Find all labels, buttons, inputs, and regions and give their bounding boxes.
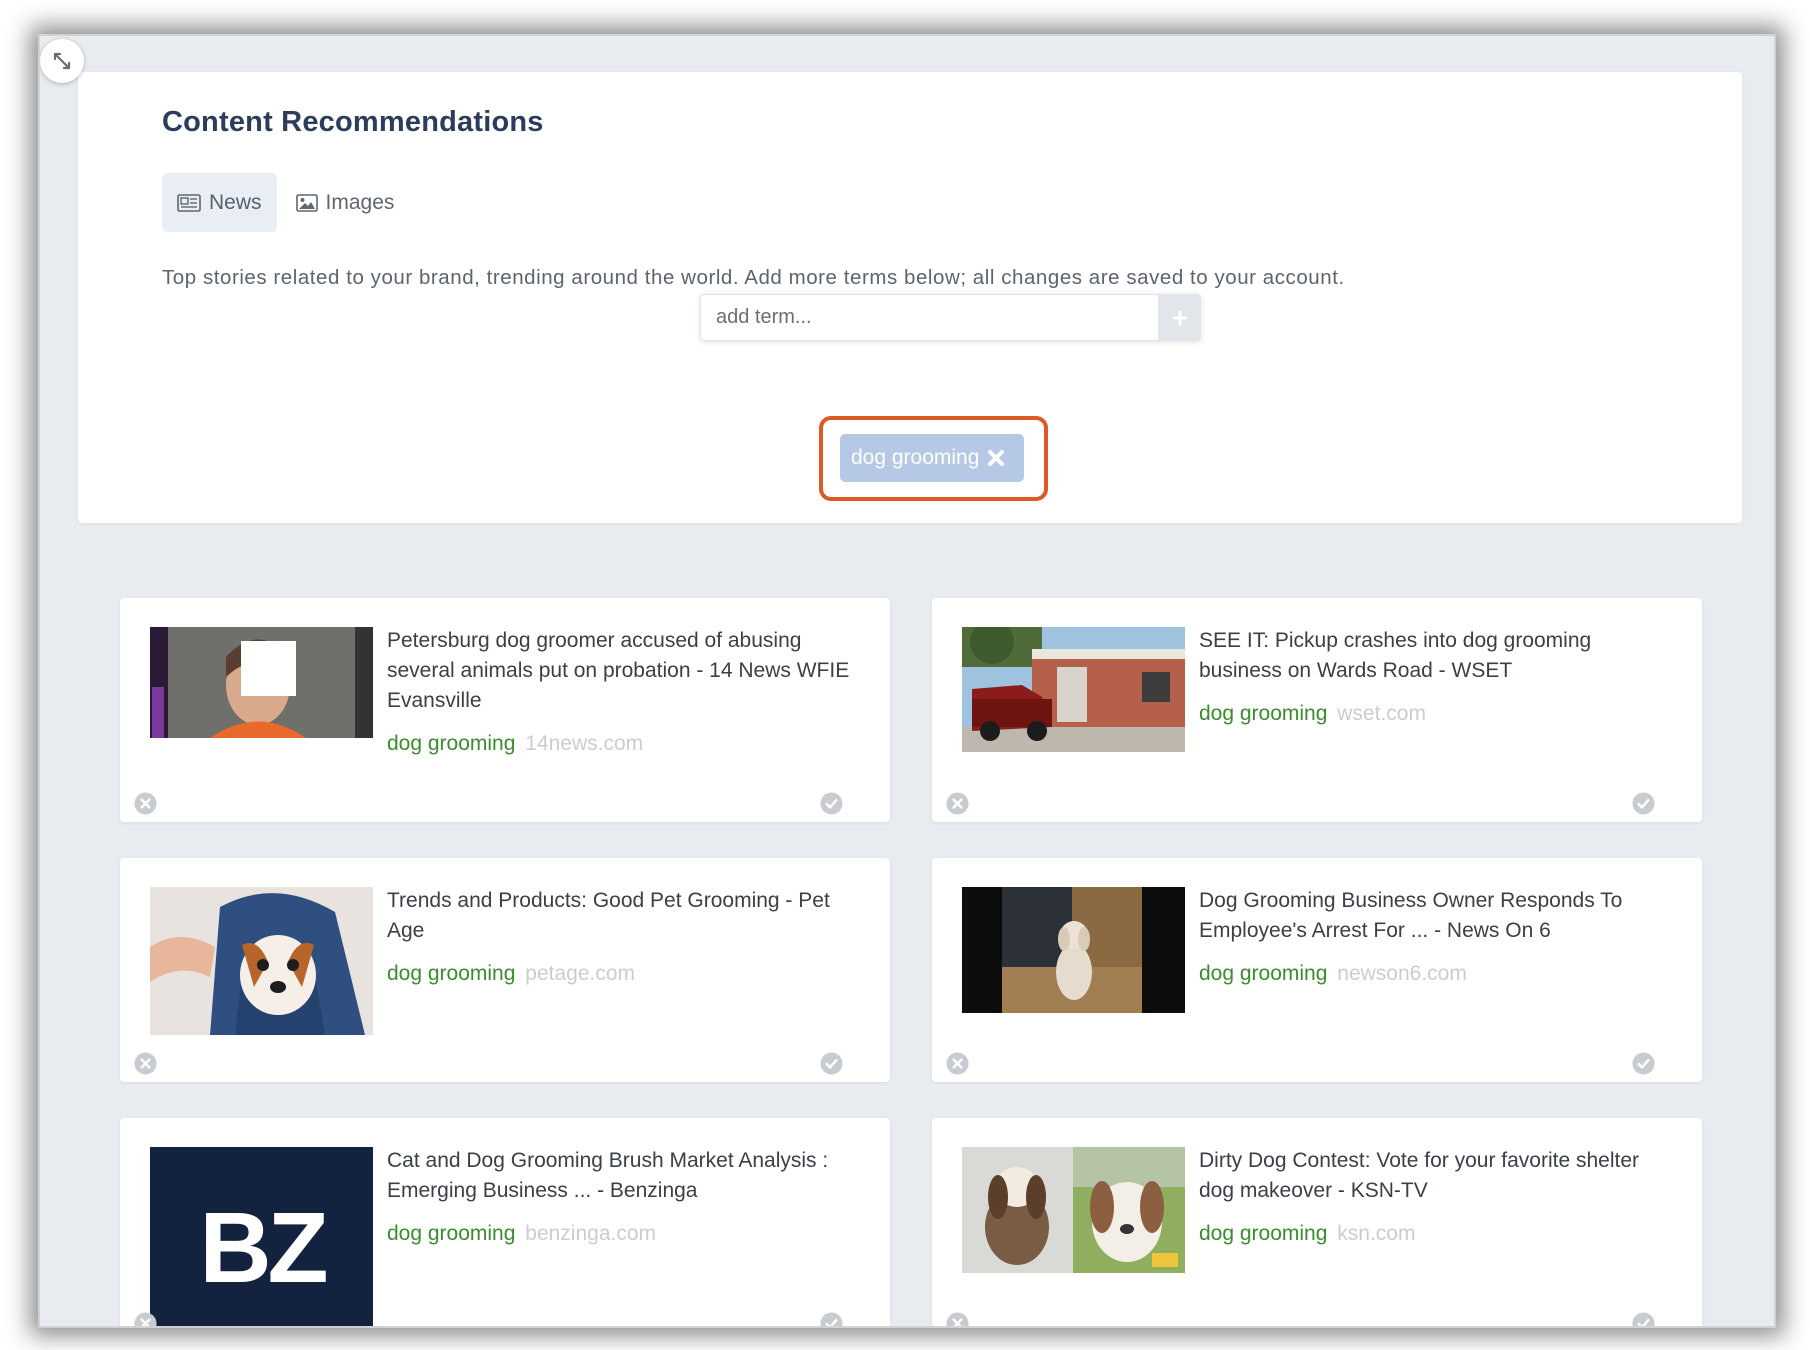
- add-term-group: [700, 294, 1201, 341]
- news-thumbnail[interactable]: [150, 627, 373, 738]
- dismiss-icon[interactable]: [134, 792, 157, 815]
- news-card[interactable]: SEE IT: Pickup crashes into dog grooming…: [932, 598, 1702, 822]
- dismiss-icon[interactable]: [946, 1312, 969, 1326]
- plus-icon: [1172, 310, 1187, 325]
- news-card-title[interactable]: Dog Grooming Business Owner Responds To …: [1199, 886, 1667, 946]
- news-card-title[interactable]: Trends and Products: Good Pet Grooming -…: [387, 886, 855, 946]
- news-card-meta: dog grooming ksn.com: [1199, 1222, 1415, 1246]
- news-card[interactable]: Trends and Products: Good Pet Grooming -…: [120, 858, 890, 1082]
- news-card-meta: dog grooming newson6.com: [1199, 962, 1467, 986]
- news-card-meta: dog grooming benzinga.com: [387, 1222, 656, 1246]
- close-x-icon[interactable]: [986, 448, 1006, 468]
- news-thumbnail[interactable]: [150, 887, 373, 1035]
- add-term-input[interactable]: [700, 294, 1158, 341]
- news-card-meta: dog grooming 14news.com: [387, 732, 643, 756]
- newspaper-icon: [177, 193, 201, 212]
- news-thumbnail[interactable]: [962, 887, 1185, 1013]
- news-card-meta: dog grooming petage.com: [387, 962, 635, 986]
- news-card-term: dog grooming: [1199, 702, 1328, 725]
- news-thumbnail[interactable]: [962, 627, 1185, 752]
- dismiss-icon[interactable]: [134, 1052, 157, 1075]
- tab-bar: News Images: [162, 173, 409, 232]
- news-card-title[interactable]: SEE IT: Pickup crashes into dog grooming…: [1199, 626, 1667, 686]
- news-card-title[interactable]: Cat and Dog Grooming Brush Market Analys…: [387, 1146, 855, 1206]
- news-card-source: newson6.com: [1337, 962, 1467, 985]
- accept-check-icon[interactable]: [820, 1312, 843, 1326]
- accept-check-icon[interactable]: [1632, 1052, 1655, 1075]
- recommendations-panel: Content Recommendations News Images Top …: [78, 72, 1742, 523]
- image-icon: [295, 193, 318, 212]
- news-card-term: dog grooming: [387, 1222, 516, 1245]
- app-window: Content Recommendations News Images Top …: [40, 36, 1774, 1326]
- accept-check-icon[interactable]: [1632, 1312, 1655, 1326]
- expand-icon[interactable]: [40, 39, 84, 83]
- benzinga-logo: BZ: [199, 1192, 326, 1304]
- news-card[interactable]: Petersburg dog groomer accused of abusin…: [120, 598, 890, 822]
- news-card-source: ksn.com: [1337, 1222, 1416, 1245]
- news-card[interactable]: Dirty Dog Contest: Vote for your favorit…: [932, 1118, 1702, 1326]
- news-card-source: 14news.com: [525, 732, 644, 755]
- news-thumbnail[interactable]: BZ: [150, 1147, 373, 1326]
- accept-check-icon[interactable]: [820, 792, 843, 815]
- news-card-term: dog grooming: [387, 732, 516, 755]
- news-card-source: petage.com: [525, 962, 636, 985]
- accept-check-icon[interactable]: [820, 1052, 843, 1075]
- tab-news-label: News: [209, 190, 262, 214]
- news-card-meta: dog grooming wset.com: [1199, 702, 1426, 726]
- news-card-title[interactable]: Petersburg dog groomer accused of abusin…: [387, 626, 855, 716]
- dismiss-icon[interactable]: [946, 792, 969, 815]
- news-thumbnail[interactable]: [962, 1147, 1185, 1273]
- term-chip-label: dog grooming: [851, 446, 980, 469]
- news-card-term: dog grooming: [1199, 962, 1328, 985]
- description-text: Top stories related to your brand, trend…: [162, 266, 1345, 289]
- page-title: Content Recommendations: [162, 106, 544, 138]
- accept-check-icon[interactable]: [1632, 792, 1655, 815]
- news-card-title[interactable]: Dirty Dog Contest: Vote for your favorit…: [1199, 1146, 1667, 1206]
- news-card[interactable]: Dog Grooming Business Owner Responds To …: [932, 858, 1702, 1082]
- news-card[interactable]: BZ Cat and Dog Grooming Brush Market Ana…: [120, 1118, 890, 1326]
- news-card-source: wset.com: [1337, 702, 1426, 725]
- news-card-term: dog grooming: [1199, 1222, 1328, 1245]
- dismiss-icon[interactable]: [946, 1052, 969, 1075]
- news-card-source: benzinga.com: [525, 1222, 657, 1245]
- tab-news[interactable]: News: [162, 173, 277, 232]
- add-term-button[interactable]: [1158, 294, 1201, 341]
- news-card-term: dog grooming: [387, 962, 516, 985]
- tab-images-label: Images: [325, 190, 395, 214]
- term-chip: dog grooming: [840, 434, 1024, 482]
- tab-images[interactable]: Images: [281, 173, 410, 232]
- dismiss-icon[interactable]: [134, 1312, 157, 1326]
